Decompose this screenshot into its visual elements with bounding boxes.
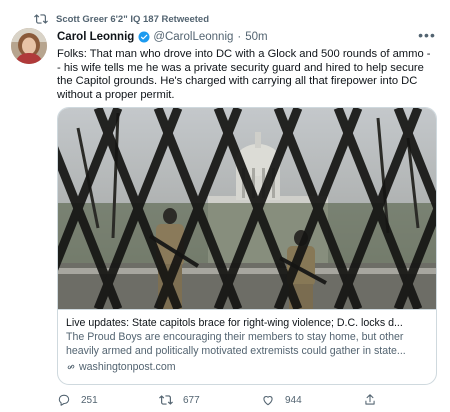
card-domain-text: washingtonpost.com	[79, 361, 176, 373]
retweet-icon	[159, 395, 173, 405]
card-domain: washingtonpost.com	[66, 360, 428, 374]
card-meta: Live updates: State capitols brace for r…	[58, 309, 436, 384]
link-icon	[67, 364, 75, 370]
card-image	[58, 108, 436, 309]
tweet[interactable]: Scott Greer 6'2" IQ 187 Retweeted Carol …	[0, 0, 450, 412]
card-description-line: The Proud Boys are encouraging their mem…	[66, 331, 404, 343]
share-button[interactable]	[363, 392, 387, 408]
more-icon[interactable]: •••	[417, 27, 437, 43]
author-handle[interactable]: @CarolLeonnig	[153, 31, 233, 43]
like-button[interactable]: 944	[261, 392, 302, 408]
like-icon	[263, 396, 273, 406]
retweet-count: 677	[183, 394, 200, 406]
link-card[interactable]: Live updates: State capitols brace for r…	[57, 107, 437, 385]
verified-badge-icon	[138, 31, 150, 43]
tweet-text-line: - his wife tells me he was a private sec…	[57, 61, 424, 74]
reply-icon	[58, 394, 70, 406]
like-count: 944	[285, 394, 302, 406]
card-title: Live updates: State capitols brace for r…	[66, 317, 403, 329]
tweet-text-line: without a proper permit.	[57, 88, 175, 101]
reply-count: 251	[81, 394, 98, 406]
retweet-button[interactable]: 677	[159, 392, 200, 408]
card-description-line: heavily armed and politically motivated …	[66, 344, 406, 357]
separator: ·	[237, 31, 242, 43]
tweet-actions: 251 677 944	[57, 392, 397, 410]
retweet-context[interactable]: Scott Greer 6'2" IQ 187 Retweeted	[34, 11, 210, 27]
avatar-image	[11, 28, 47, 64]
tweet-header: Carol Leonnig @CarolLeonnig · 50m •••	[57, 27, 440, 44]
author-name[interactable]: Carol Leonnig	[57, 31, 134, 43]
tweet-text-line: the Capitol grounds. He's charged with c…	[57, 75, 418, 88]
tweet-text-line: Folks: That man who drove into DC with a…	[57, 48, 431, 60]
tweet-text: Folks: That man who drove into DC with a…	[57, 48, 437, 102]
tweet-time[interactable]: 50m	[245, 31, 267, 43]
card-description: The Proud Boys are encouraging their mem…	[66, 331, 428, 359]
share-icon	[365, 394, 375, 405]
reply-button[interactable]: 251	[57, 392, 98, 408]
retweet-icon	[34, 14, 48, 24]
avatar[interactable]	[11, 28, 47, 64]
retweet-label: Scott Greer 6'2" IQ 187 Retweeted	[56, 13, 210, 25]
